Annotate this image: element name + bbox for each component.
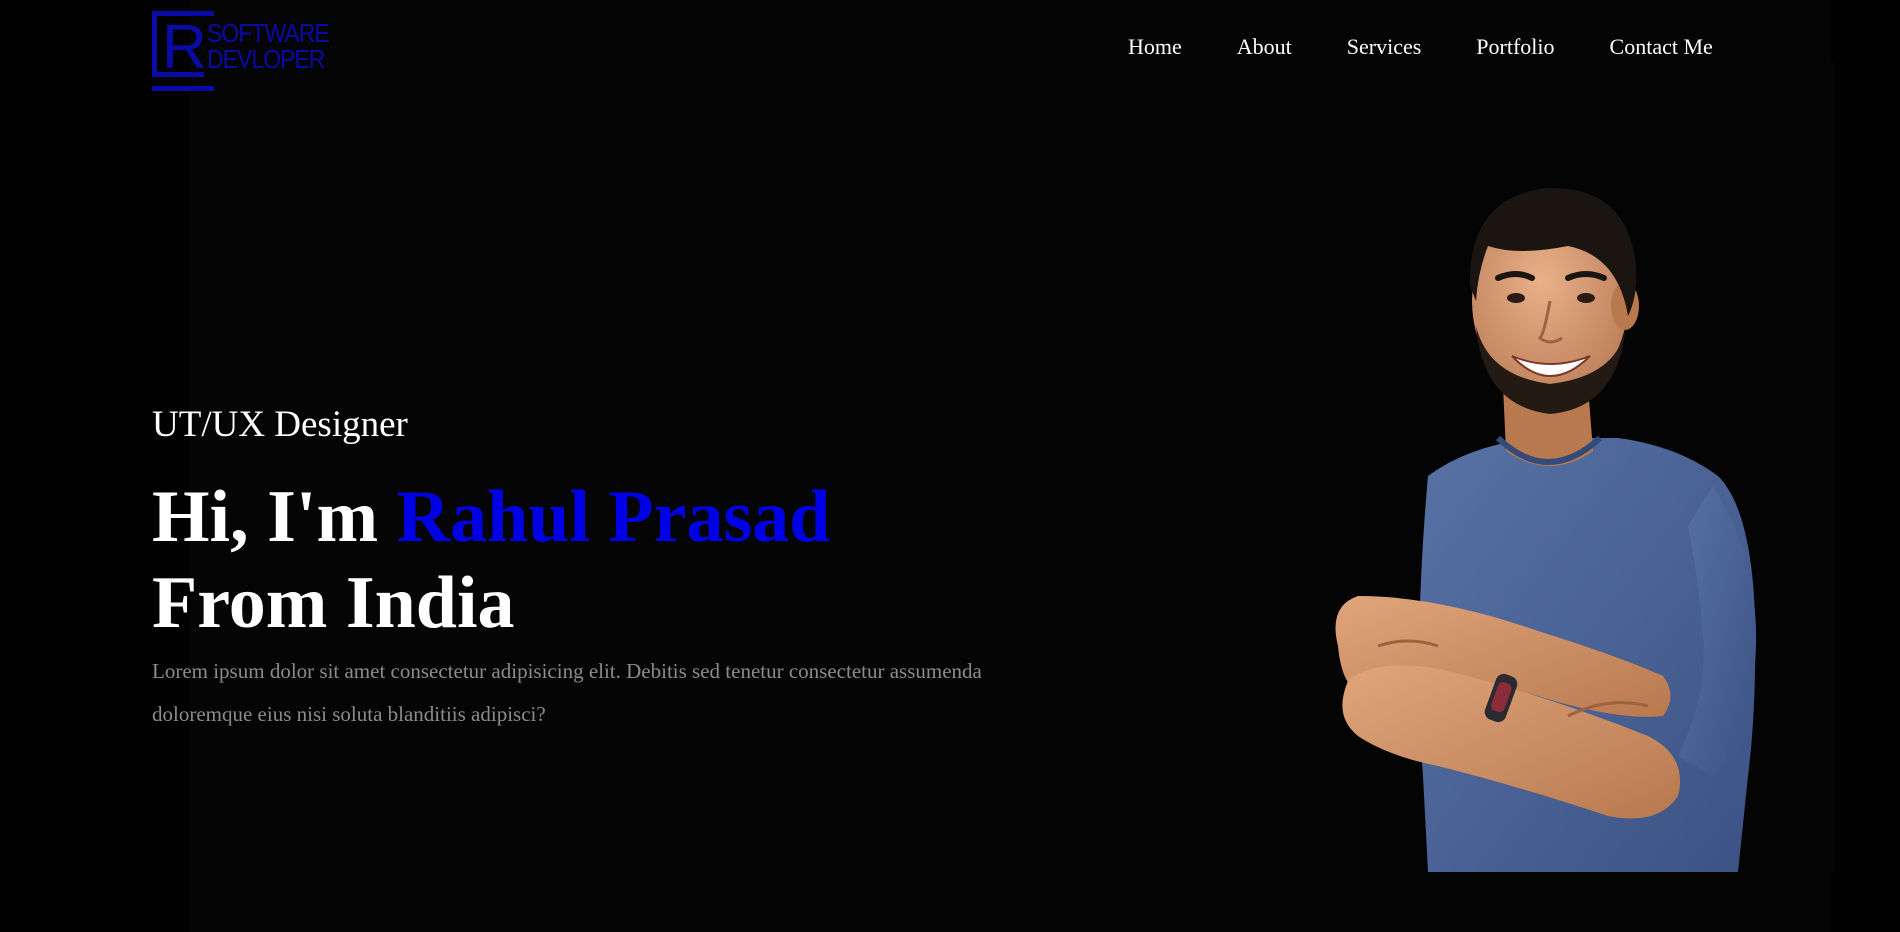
hero-greeting: Hi, I'm (152, 476, 397, 558)
main-nav: Home About Services Portfolio Contact Me (1128, 33, 1713, 61)
hero-subtitle: UT/UX Designer (152, 404, 408, 445)
hero-name: Rahul Prasad (396, 476, 831, 558)
logo-wordmark: SOFTWARE DEVLOPER (207, 18, 330, 74)
site-logo[interactable]: R SOFTWARE DEVLOPER (152, 11, 342, 91)
nav-link-portfolio[interactable]: Portfolio (1476, 33, 1554, 61)
logo-line-2: DEVLOPER (207, 44, 325, 74)
hero-description: Lorem ipsum dolor sit amet consectetur a… (152, 659, 982, 726)
nav-link-contact[interactable]: Contact Me (1610, 33, 1713, 61)
portrait-photo (1335, 187, 1757, 872)
nav-link-home[interactable]: Home (1128, 33, 1182, 61)
site-header: R SOFTWARE DEVLOPER Home About Services … (0, 0, 1900, 100)
hero-title: Hi, I'm Rahul Prasad From India (152, 474, 830, 646)
nav-link-about[interactable]: About (1237, 33, 1292, 61)
nav-link-services[interactable]: Services (1347, 33, 1422, 61)
logo-line-1: SOFTWARE (207, 18, 330, 48)
logo-frame-bottom (152, 86, 214, 91)
logo-letter: R (162, 13, 207, 82)
hero-origin: From India (152, 562, 515, 644)
